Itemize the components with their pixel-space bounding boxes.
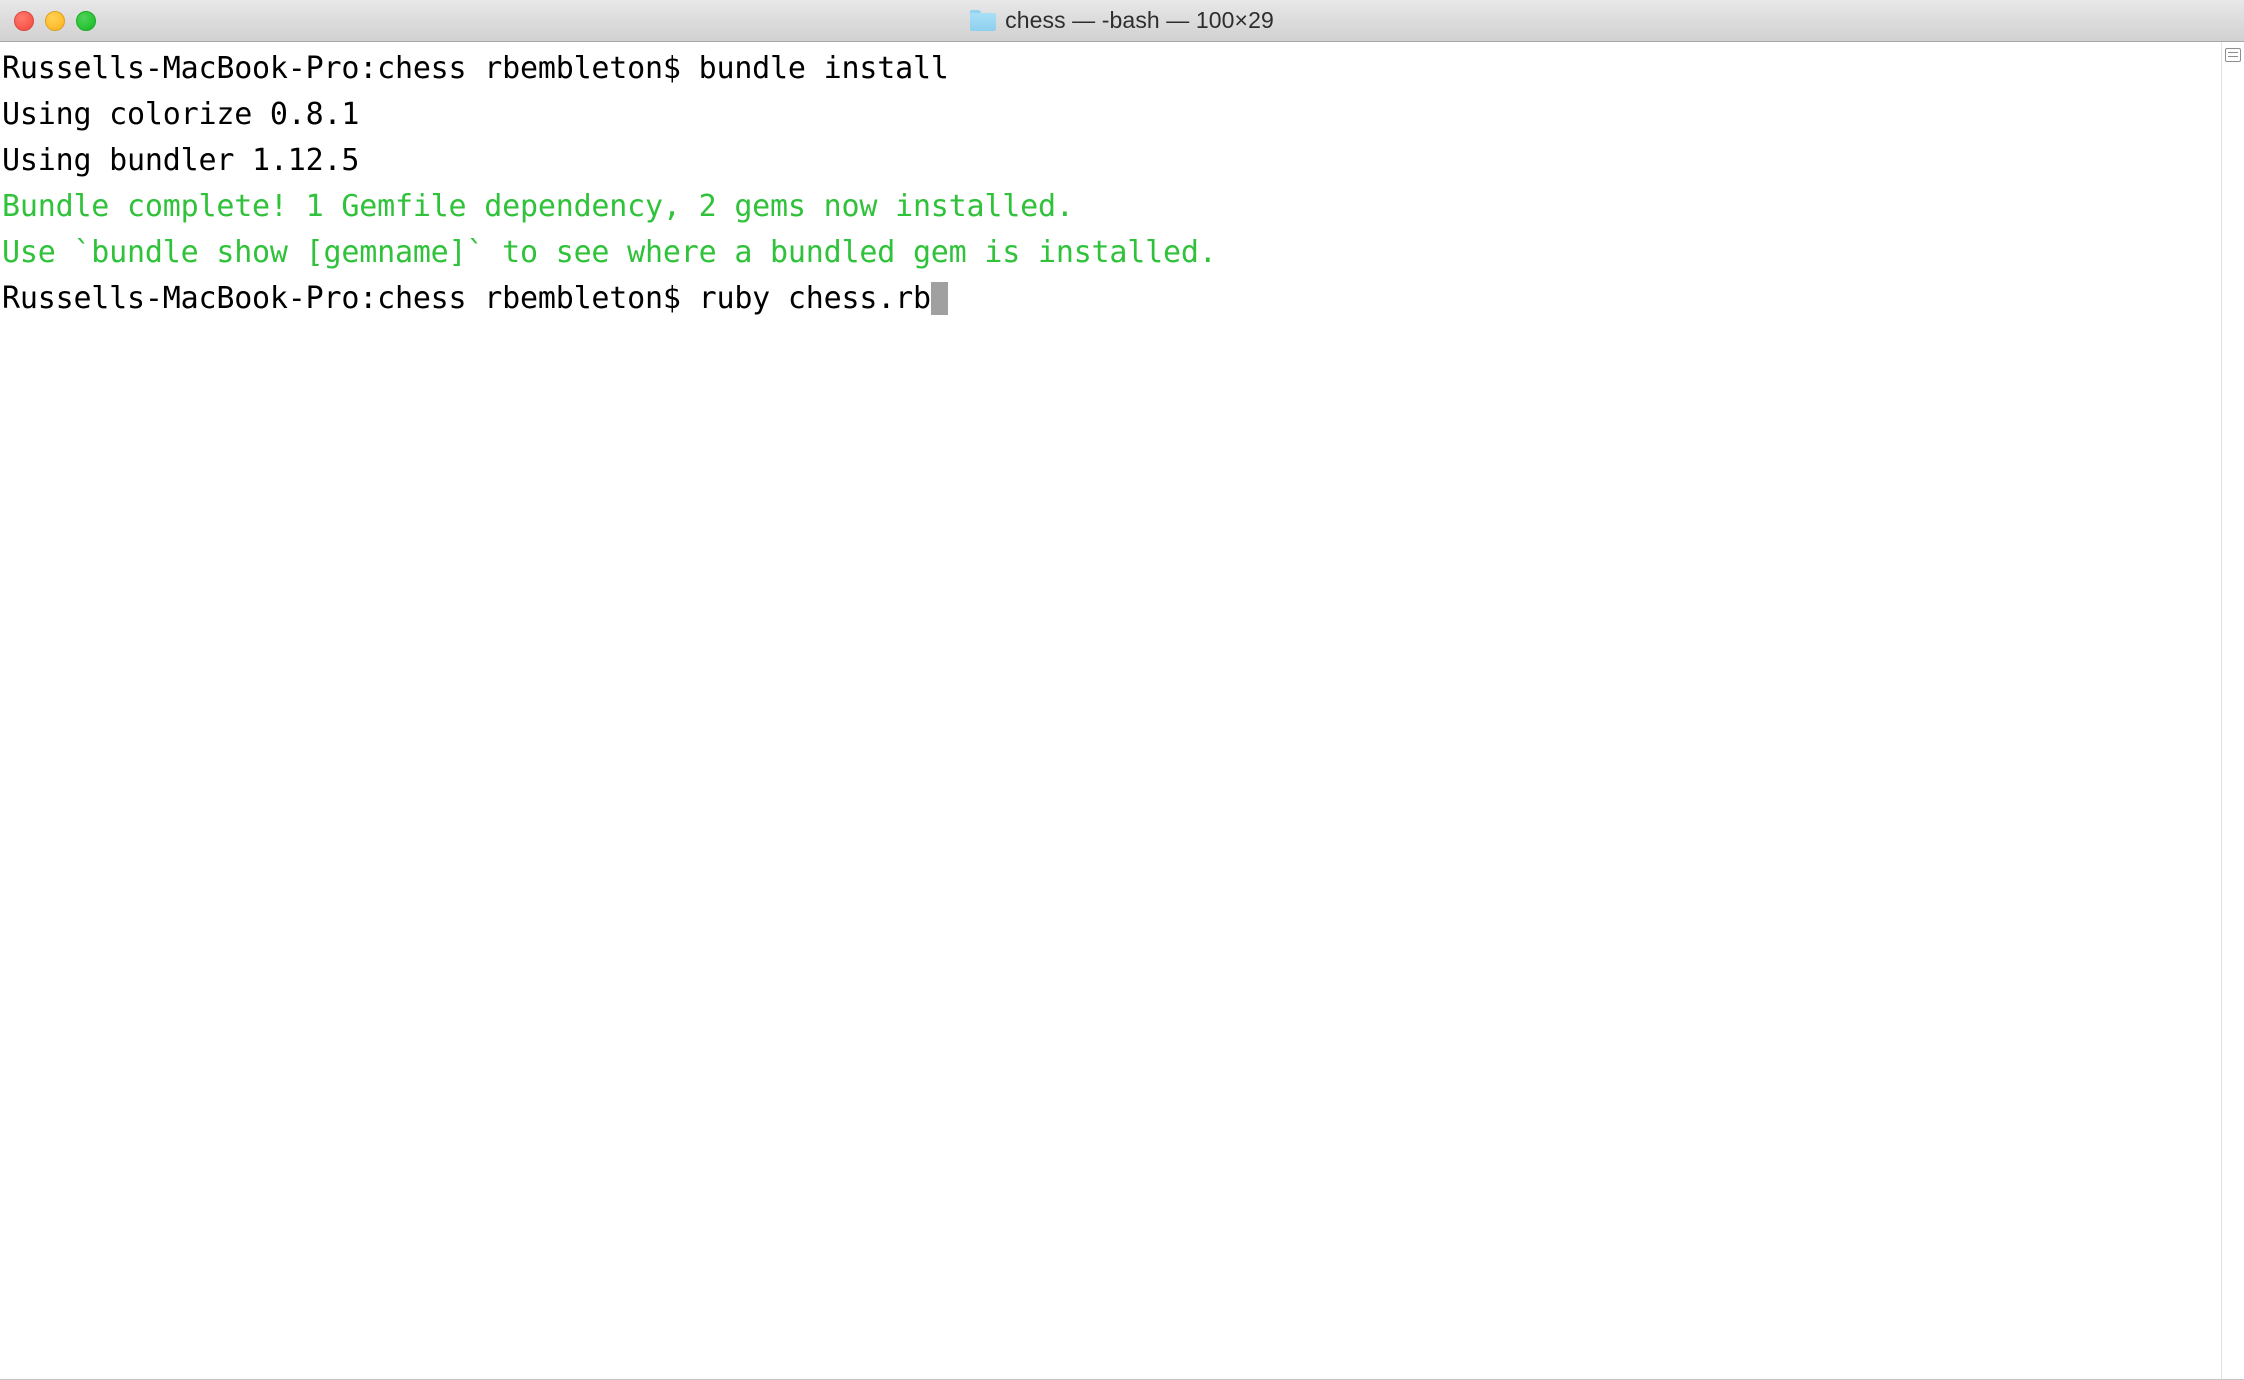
terminal-prompt-line: Russells-MacBook-Pro:chess rbembleton$ r… — [2, 276, 2222, 322]
terminal-window: chess — -bash — 100×29 Russells-MacBook-… — [0, 0, 2244, 1380]
title-bar[interactable]: chess — -bash — 100×29 — [0, 0, 2244, 42]
vertical-scrollbar[interactable] — [2221, 42, 2244, 1380]
text-cursor — [930, 282, 948, 315]
window-controls — [14, 0, 96, 41]
terminal-body[interactable]: Russells-MacBook-Pro:chess rbembleton$ b… — [0, 42, 2244, 1380]
zoom-button[interactable] — [76, 10, 96, 31]
terminal-line: Using colorize 0.8.1 — [2, 97, 360, 132]
terminal-line: Bundle complete! 1 Gemfile dependency, 2… — [2, 189, 1074, 224]
close-button[interactable] — [14, 10, 34, 31]
minimize-button[interactable] — [45, 10, 65, 31]
lines-icon — [2225, 48, 2241, 62]
window-title: chess — -bash — 100×29 — [1005, 7, 1274, 33]
terminal-output[interactable]: Russells-MacBook-Pro:chess rbembleton$ b… — [0, 42, 2222, 1380]
terminal-line: Use `bundle show [gemname]` to see where… — [2, 235, 1217, 270]
terminal-line: Russells-MacBook-Pro:chess rbembleton$ b… — [2, 51, 949, 86]
terminal-line: Using bundler 1.12.5 — [2, 143, 360, 178]
terminal-command-text: Russells-MacBook-Pro:chess rbembleton$ r… — [2, 281, 931, 316]
window-title-group: chess — -bash — 100×29 — [970, 7, 1274, 34]
folder-icon — [970, 10, 997, 31]
